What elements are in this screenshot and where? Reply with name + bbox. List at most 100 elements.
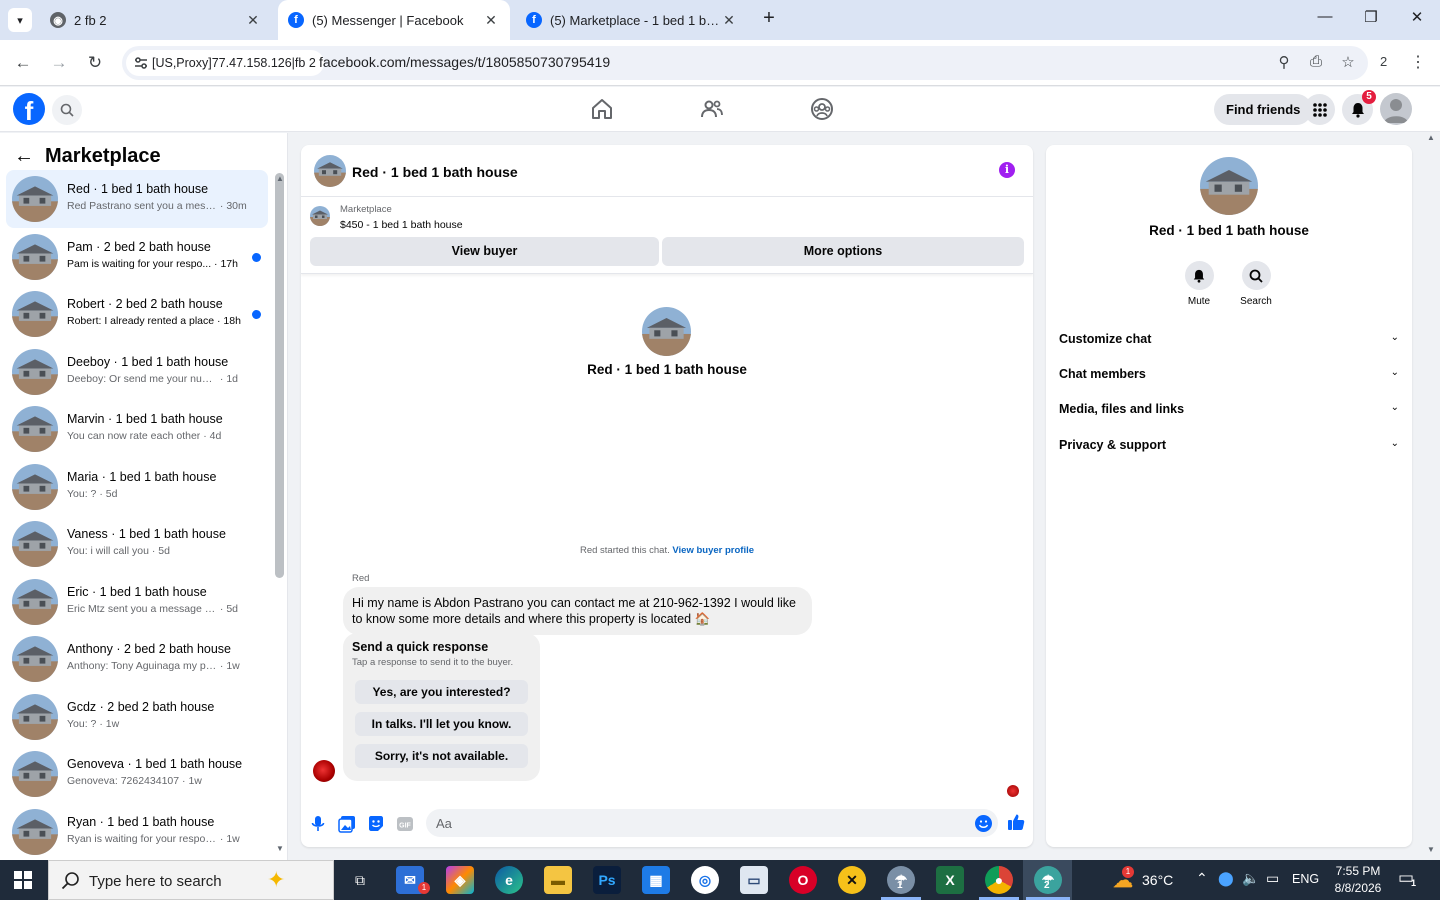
tab-search-button[interactable]: ▾ — [8, 8, 32, 32]
listing-thumbnail[interactable] — [310, 206, 330, 226]
thumbs-up-icon[interactable] — [1007, 813, 1025, 831]
file-explorer-icon[interactable]: ▬ — [544, 866, 572, 894]
mute-button[interactable]: Mute — [1169, 261, 1229, 307]
page-scroll-down-icon[interactable]: ▼ — [1427, 845, 1435, 854]
photo-icon[interactable] — [338, 815, 356, 833]
browser-tab-fb2[interactable]: ◉ 2 fb 2 ✕ — [40, 4, 272, 36]
find-friends-button[interactable]: Find friends — [1214, 94, 1313, 125]
conversation-item[interactable]: Gcdz · 2 bed 2 bath house You: ? · 1w — [6, 688, 268, 746]
privacy-support-section[interactable]: Privacy & support ⌄ — [1059, 430, 1399, 460]
task-view-icon[interactable]: ⧉ — [346, 866, 374, 894]
scroll-up-arrow-icon[interactable]: ▲ — [276, 174, 284, 183]
proxy-tool-icon[interactable]: ✕ — [838, 866, 866, 894]
microphone-icon[interactable] — [309, 815, 327, 833]
copilot-app-icon[interactable]: ◈ — [446, 866, 474, 894]
language-indicator[interactable]: ENG — [1292, 872, 1319, 886]
account-avatar[interactable] — [1380, 93, 1412, 125]
zoom-icon[interactable]: ⚲ — [1274, 53, 1294, 73]
conversation-item[interactable]: Anthony · 2 bed 2 bath house Anthony: Ton… — [6, 630, 268, 688]
conversation-item[interactable]: Robert · 2 bed 2 bath house Robert: I alr… — [6, 285, 268, 343]
sticker-icon[interactable] — [367, 815, 385, 833]
section-label: Media, files and links — [1059, 402, 1185, 416]
temperature[interactable]: 36°C — [1142, 872, 1173, 888]
conversation-item[interactable]: Marvin · 1 bed 1 bath house You can now r… — [6, 400, 268, 458]
quick-response-button[interactable]: Yes, are you interested? — [355, 680, 528, 704]
conversation-item[interactable]: Ryan · 1 bed 1 bath house Ryan is waiting… — [6, 803, 268, 861]
site-info-chip[interactable]: [US,Proxy]77.47.158.126|fb 2 — [126, 50, 324, 76]
install-app-icon[interactable]: ⎙ — [1306, 53, 1326, 73]
more-options-button[interactable]: More options — [662, 237, 1024, 266]
conversation-item[interactable]: Vaness · 1 bed 1 bath house You: i will c… — [6, 515, 268, 573]
browser-tab-marketplace[interactable]: f (5) Marketplace - 1 bed 1 bath ✕ — [516, 4, 748, 36]
photoshop-icon[interactable]: Ps — [593, 866, 621, 894]
quick-response-button[interactable]: In talks. I'll let you know. — [355, 712, 528, 736]
message-input[interactable] — [426, 809, 998, 837]
conversation-item[interactable]: Deeboy · 1 bed 1 bath house Deeboy: Or se… — [6, 343, 268, 401]
show-hidden-icons-icon[interactable]: ⌃ — [1196, 870, 1208, 887]
clock-date[interactable]: 8/8/2026 — [1329, 881, 1387, 895]
address-bar[interactable]: [US,Proxy]77.47.158.126|fb 2 facebook.co… — [122, 46, 1368, 80]
quick-response-button[interactable]: Sorry, it's not available. — [355, 744, 528, 768]
friends-icon[interactable] — [700, 97, 724, 121]
facebook-search-button[interactable] — [52, 95, 82, 125]
windows-start-icon[interactable] — [14, 871, 32, 889]
conversation-item[interactable]: Maria · 1 bed 1 bath house You: ? · 5d — [6, 458, 268, 516]
customize-chat-section[interactable]: Customize chat ⌄ — [1059, 324, 1399, 354]
network-icon[interactable]: ▭ — [1266, 870, 1279, 887]
view-buyer-button[interactable]: View buyer — [310, 237, 659, 266]
media-files-links-section[interactable]: Media, files and links ⌄ — [1059, 394, 1399, 424]
opera-browser-icon[interactable]: O — [789, 866, 817, 894]
view-buyer-profile-link[interactable]: View buyer profile — [672, 545, 754, 556]
page-scroll-up-icon[interactable]: ▲ — [1427, 133, 1435, 142]
browser-tab-messenger[interactable]: f (5) Messenger | Facebook ✕ — [278, 0, 510, 40]
scroll-down-arrow-icon[interactable]: ▼ — [276, 844, 284, 853]
chevron-down-icon: ⌄ — [1390, 332, 1399, 343]
forward-button[interactable]: → — [47, 51, 71, 75]
taskbar-search-box[interactable]: Type here to search ✦ — [48, 860, 334, 900]
conversation-item[interactable]: Red · 1 bed 1 bath house Red Pastrano sen… — [6, 170, 268, 228]
window-close-button[interactable]: ✕ — [1402, 8, 1432, 32]
search-in-conversation-button[interactable]: Search — [1226, 261, 1286, 307]
menu-grid-button[interactable] — [1304, 94, 1335, 125]
message-bubble[interactable]: Hi my name is Abdon Pastrano you can con… — [343, 587, 812, 635]
profile-count[interactable]: 2 — [1380, 54, 1387, 69]
info-icon[interactable]: i — [999, 162, 1015, 178]
security-tray-icon[interactable]: ⬤ — [1218, 870, 1234, 887]
volume-icon[interactable]: 🔈 — [1242, 870, 1259, 887]
back-arrow-icon[interactable]: ← — [14, 145, 38, 168]
new-tab-button[interactable]: + — [758, 8, 780, 30]
chrome-browser-icon[interactable]: ● — [985, 866, 1013, 894]
back-button[interactable]: ← — [11, 51, 35, 75]
sender-avatar[interactable] — [313, 760, 335, 782]
remote-desktop-icon[interactable]: ▭ — [740, 866, 768, 894]
close-icon[interactable]: ✕ — [482, 12, 500, 29]
close-icon[interactable]: ✕ — [720, 12, 738, 29]
facebook-logo[interactable]: f — [13, 93, 45, 125]
maximize-button[interactable]: ❐ — [1356, 8, 1386, 32]
emoji-icon[interactable] — [975, 815, 992, 832]
home-icon[interactable] — [590, 97, 614, 121]
excel-icon[interactable]: X — [936, 866, 964, 894]
chat-members-section[interactable]: Chat members ⌄ — [1059, 359, 1399, 389]
sidebar-scrollbar[interactable] — [275, 173, 284, 578]
minimize-button[interactable]: — — [1310, 8, 1340, 32]
reload-button[interactable]: ↻ — [83, 51, 107, 75]
conversation-snippet: Eric Mtz sent you a message about... · 5… — [67, 603, 255, 615]
browser-menu-icon[interactable]: ⋮ — [1410, 52, 1426, 72]
groups-icon[interactable] — [810, 97, 834, 121]
conversation-item[interactable]: Pam · 2 bed 2 bath house Pam is waiting f… — [6, 228, 268, 286]
chat-title[interactable]: Red · 1 bed 1 bath house — [352, 164, 518, 180]
chat-avatar[interactable] — [314, 155, 346, 187]
info-avatar[interactable] — [1200, 157, 1258, 215]
conversation-item[interactable]: Genoveva · 1 bed 1 bath house Genoveva: 7… — [6, 745, 268, 803]
microsoft-store-icon[interactable]: ▦ — [642, 866, 670, 894]
close-icon[interactable]: ✕ — [244, 12, 262, 29]
listing-price[interactable]: $450 - 1 bed 1 bath house — [340, 219, 463, 231]
edge-browser-icon[interactable]: e — [495, 866, 523, 894]
clock-time[interactable]: 7:55 PM — [1333, 864, 1383, 878]
url-text[interactable]: facebook.com/messages/t/1805850730795419 — [319, 54, 610, 70]
bookmark-star-icon[interactable]: ☆ — [1338, 53, 1358, 73]
gif-icon[interactable]: GIF — [396, 815, 414, 833]
conversation-item[interactable]: Eric · 1 bed 1 bath house Eric Mtz sent y… — [6, 573, 268, 631]
chrome-alt-icon[interactable]: ◎ — [691, 866, 719, 894]
